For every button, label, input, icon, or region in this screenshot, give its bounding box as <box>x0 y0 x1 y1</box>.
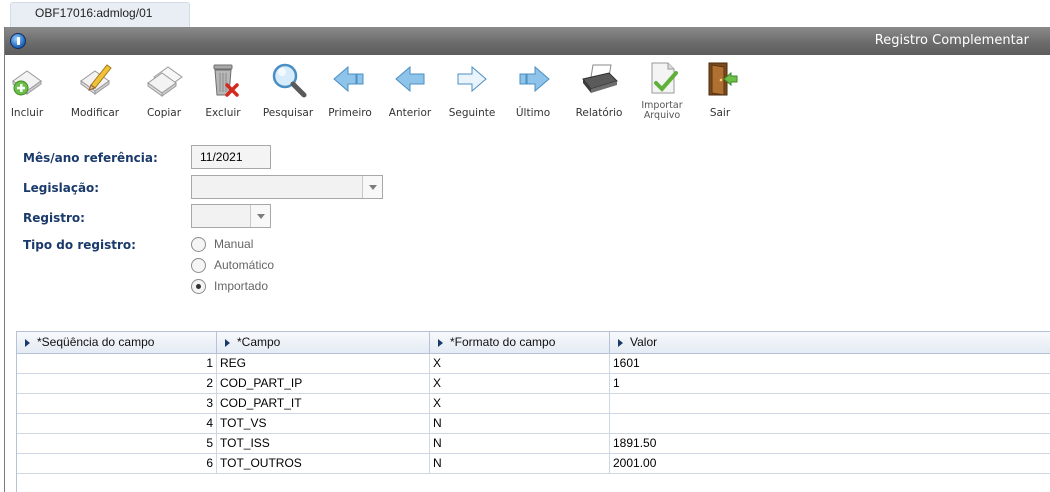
radio-importado-label: Importado <box>214 279 269 293</box>
cell-campo[interactable]: COD_PART_IT <box>217 394 430 413</box>
cell-campo[interactable]: TOT_VS <box>217 414 430 433</box>
table-row[interactable]: 3 COD_PART_IT X <box>17 394 1050 414</box>
anterior-label: Anterior <box>388 107 432 119</box>
cell-sequencia[interactable]: 2 <box>17 374 217 393</box>
cell-formato[interactable]: X <box>430 374 610 393</box>
ultimo-button[interactable]: Último <box>511 55 555 123</box>
cell-valor[interactable]: 1 <box>610 374 1050 393</box>
radio-button-checked[interactable] <box>191 279 206 294</box>
cell-valor[interactable]: 1601 <box>610 354 1050 373</box>
legislacao-select[interactable] <box>191 175 383 199</box>
tab-strip: OBF17016:admlog/01 <box>0 0 1050 27</box>
next-arrow-icon <box>457 65 487 93</box>
radio-button[interactable] <box>191 237 206 252</box>
sair-button[interactable]: Sair <box>703 55 738 123</box>
copiar-label: Copiar <box>146 107 182 119</box>
relatorio-label: Relatório <box>575 107 623 119</box>
cell-valor[interactable] <box>610 414 1050 433</box>
cell-sequencia[interactable]: 5 <box>17 434 217 453</box>
registro-select[interactable] <box>191 204 271 228</box>
header-formato[interactable]: *Formato do campo <box>430 332 610 353</box>
cell-campo[interactable]: COD_PART_IP <box>217 374 430 393</box>
modificar-label: Modificar <box>70 107 120 119</box>
primeiro-button[interactable]: Primeiro <box>323 55 377 123</box>
copy-icon <box>147 66 183 97</box>
anterior-button[interactable]: Anterior <box>387 55 433 123</box>
tipo-registro-label: Tipo do registro: <box>23 238 136 252</box>
excluir-button[interactable]: Excluir <box>201 55 245 123</box>
cell-valor[interactable] <box>610 394 1050 413</box>
title-bar: Registro Complementar <box>5 27 1050 55</box>
cell-sequencia[interactable]: 6 <box>17 454 217 473</box>
radio-automatico-label: Automático <box>214 258 275 272</box>
previous-arrow-icon <box>395 65 425 93</box>
header-valor[interactable]: Valor <box>610 332 1050 353</box>
primeiro-label: Primeiro <box>328 107 372 119</box>
mes-ano-input[interactable]: 11/2021 <box>191 145 271 169</box>
sair-label: Sair <box>709 107 731 119</box>
table-row[interactable]: 2 COD_PART_IP X 1 <box>17 374 1050 394</box>
window-title: Registro Complementar <box>874 33 1029 48</box>
app-icon[interactable] <box>10 33 26 49</box>
chevron-down-icon[interactable] <box>250 205 270 227</box>
table-row[interactable]: 1 REG X 1601 <box>17 354 1050 374</box>
header-sequencia[interactable]: *Seqüência do campo <box>17 332 217 353</box>
edit-pencil-icon <box>80 64 112 95</box>
import-file-icon <box>651 62 678 94</box>
printer-icon <box>582 64 618 93</box>
last-record-icon <box>519 65 550 93</box>
importar-arquivo-label: Importar Arquivo <box>641 100 683 121</box>
legislacao-label: Legislação: <box>23 181 100 195</box>
header-campo[interactable]: *Campo <box>217 332 430 353</box>
table-row[interactable]: 6 TOT_OUTROS N 2001.00 <box>17 454 1050 474</box>
toolbar: Incluir Modificar Copiar Excluir Pesquis… <box>5 55 1050 123</box>
cell-sequencia[interactable]: 1 <box>17 354 217 373</box>
chevron-down-icon[interactable] <box>362 176 382 198</box>
modificar-button[interactable]: Modificar <box>65 55 125 123</box>
registro-grid: *Seqüência do campo *Campo *Formato do c… <box>16 331 1050 492</box>
seguinte-button[interactable]: Seguinte <box>447 55 497 123</box>
trash-delete-icon <box>213 64 239 97</box>
incluir-button[interactable]: Incluir <box>5 55 49 123</box>
table-row[interactable]: 5 TOT_ISS N 1891.50 <box>17 434 1050 454</box>
cell-campo[interactable]: TOT_OUTROS <box>217 454 430 473</box>
ultimo-label: Último <box>515 107 551 119</box>
first-record-icon <box>333 65 364 93</box>
tab-program[interactable]: OBF17016:admlog/01 <box>10 2 190 27</box>
grid-header: *Seqüência do campo *Campo *Formato do c… <box>17 332 1050 354</box>
cell-sequencia[interactable]: 4 <box>17 414 217 433</box>
cell-formato[interactable]: N <box>430 414 610 433</box>
cell-formato[interactable]: N <box>430 434 610 453</box>
cell-formato[interactable]: N <box>430 454 610 473</box>
cell-campo[interactable]: TOT_ISS <box>217 434 430 453</box>
pesquisar-button[interactable]: Pesquisar <box>259 55 317 123</box>
incluir-label: Incluir <box>10 107 44 119</box>
mes-ano-label: Mês/ano referência: <box>23 151 158 165</box>
excluir-label: Excluir <box>205 107 241 119</box>
cell-valor[interactable]: 1891.50 <box>610 434 1050 453</box>
cell-valor[interactable]: 2001.00 <box>610 454 1050 473</box>
registro-label: Registro: <box>23 211 85 225</box>
radio-manual-label: Manual <box>214 237 254 251</box>
cell-formato[interactable]: X <box>430 354 610 373</box>
relatorio-button[interactable]: Relatório <box>571 55 627 123</box>
cell-campo[interactable]: REG <box>217 354 430 373</box>
importar-arquivo-button[interactable]: Importar Arquivo <box>637 55 687 123</box>
add-icon <box>12 70 42 96</box>
pesquisar-label: Pesquisar <box>262 107 314 119</box>
cell-formato[interactable]: X <box>430 394 610 413</box>
search-icon <box>272 63 307 98</box>
seguinte-label: Seguinte <box>448 107 496 119</box>
radio-button[interactable] <box>191 258 206 273</box>
tab-label: OBF17016:admlog/01 <box>35 6 153 20</box>
table-row[interactable]: 4 TOT_VS N <box>17 414 1050 434</box>
exit-door-icon <box>708 62 738 96</box>
cell-sequencia[interactable]: 3 <box>17 394 217 413</box>
copiar-button[interactable]: Copiar <box>139 55 189 123</box>
